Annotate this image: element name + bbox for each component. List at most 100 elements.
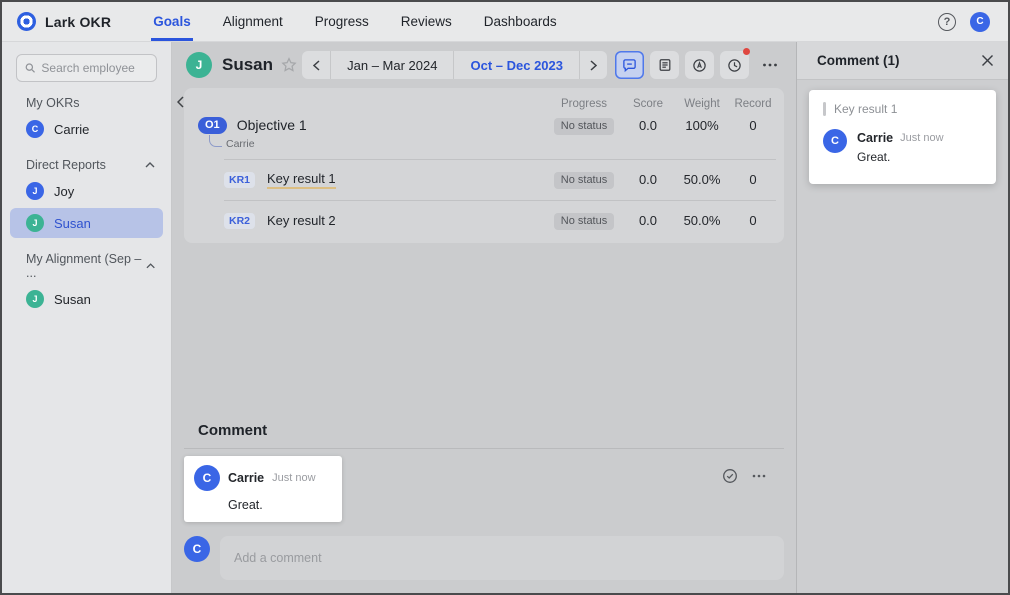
column-score: Score	[622, 98, 674, 110]
sidebar-item-susan[interactable]: J Susan	[10, 208, 163, 238]
primary-nav-tabs: Goals Alignment Progress Reviews Dashboa…	[137, 2, 572, 41]
composer-avatar: C	[184, 536, 210, 562]
sidebar-item-joy[interactable]: J Joy	[10, 176, 163, 206]
more-options-button[interactable]	[755, 51, 784, 79]
tab-goals[interactable]: Goals	[151, 2, 193, 41]
ellipsis-icon	[762, 63, 778, 67]
status-badge[interactable]: No status	[554, 213, 614, 230]
comment-section: Comment C Carrie Just now Great.	[172, 422, 796, 593]
avatar-susan: J	[26, 214, 44, 232]
previous-period-button[interactable]	[302, 51, 330, 79]
column-progress: Progress	[546, 98, 622, 110]
comment-panel-title: Comment (1)	[817, 53, 900, 68]
notification-dot	[743, 48, 750, 55]
document-icon	[658, 58, 672, 72]
page-avatar: J	[186, 52, 212, 78]
table-column-headers: Progress Score Weight Record	[198, 98, 776, 116]
page-title: Susan	[222, 55, 273, 75]
history-clock-icon	[727, 58, 742, 73]
chevron-left-icon	[313, 60, 320, 71]
key-result-row[interactable]: KR1 Key result 1 No status 0.0 50.0% 0	[198, 160, 776, 200]
key-result-record: 0	[730, 172, 776, 187]
comment-icon	[622, 58, 637, 73]
anchor-title: Key result 1	[834, 102, 897, 116]
comment-timestamp: Just now	[272, 472, 315, 484]
employee-sidebar: My OKRs C Carrie Direct Reports J Joy J …	[2, 42, 172, 593]
comment-panel: Comment (1) Key result 1 C Carrie	[796, 42, 1008, 593]
objective-record: 0	[730, 118, 776, 133]
key-result-score: 0.0	[622, 172, 674, 187]
resolve-check-icon[interactable]	[722, 468, 738, 484]
comment-anchor: Key result 1	[823, 102, 984, 116]
objective-owner: Carrie	[209, 135, 776, 151]
period-oct-dec-2023[interactable]: Oct – Dec 2023	[453, 51, 579, 79]
search-employee-input[interactable]	[41, 61, 148, 75]
column-record: Record	[730, 98, 776, 110]
key-result-title[interactable]: Key result 2	[267, 213, 336, 228]
chevron-left-icon	[177, 96, 184, 108]
key-result-score: 0.0	[622, 213, 674, 228]
brand-name: Lark OKR	[45, 14, 111, 30]
key-result-tag: KR2	[224, 213, 255, 229]
sidebar-collapse-handle[interactable]	[173, 92, 187, 112]
key-result-weight: 50.0%	[674, 172, 730, 187]
auto-circle-icon	[692, 58, 707, 73]
history-button[interactable]	[720, 51, 749, 79]
key-result-tag: KR1	[224, 172, 255, 188]
auto-update-button[interactable]	[685, 51, 714, 79]
sidebar-item-label: Carrie	[54, 122, 89, 137]
tab-dashboards[interactable]: Dashboards	[482, 2, 559, 41]
status-badge[interactable]: No status	[554, 118, 614, 135]
section-direct-reports[interactable]: Direct Reports	[26, 158, 155, 172]
key-result-title[interactable]: Key result 1	[267, 171, 336, 189]
avatar-carrie: C	[26, 120, 44, 138]
sidebar-item-susan-alignment[interactable]: J Susan	[10, 284, 163, 314]
status-badge[interactable]: No status	[554, 172, 614, 189]
period-jan-mar-2024[interactable]: Jan – Mar 2024	[330, 51, 453, 79]
add-comment-input[interactable]	[220, 536, 784, 580]
comment-item: C Carrie Just now Great.	[184, 456, 784, 522]
comment-more-icon[interactable]	[752, 474, 766, 478]
report-button[interactable]	[650, 51, 679, 79]
key-result-record: 0	[730, 213, 776, 228]
objective-tag: O1	[198, 117, 227, 134]
lark-okr-window: Lark OKR Goals Alignment Progress Review…	[0, 0, 1010, 595]
user-avatar[interactable]: C	[970, 12, 990, 32]
section-my-alignment[interactable]: My Alignment (Sep – ...	[26, 252, 155, 280]
next-period-button[interactable]	[579, 51, 607, 79]
tab-alignment[interactable]: Alignment	[221, 2, 285, 41]
comment-text: Great.	[228, 498, 316, 512]
star-icon[interactable]	[281, 57, 297, 73]
quote-bar	[823, 102, 826, 116]
sidebar-item-label: Susan	[54, 292, 91, 307]
sidebar-item-carrie[interactable]: C Carrie	[10, 114, 163, 144]
comment-author: Carrie	[228, 471, 264, 485]
comment-text: Great.	[857, 150, 944, 164]
help-icon[interactable]: ?	[938, 13, 956, 31]
column-weight: Weight	[674, 98, 730, 110]
close-icon[interactable]	[981, 54, 994, 67]
comment-divider	[184, 448, 784, 449]
lark-okr-logo-icon	[17, 12, 36, 31]
chevron-up-icon	[145, 162, 155, 168]
comments-toggle-button[interactable]	[615, 51, 644, 79]
tab-progress[interactable]: Progress	[313, 2, 371, 41]
avatar-joy: J	[26, 182, 44, 200]
sidebar-item-label: Joy	[54, 184, 74, 199]
tab-reviews[interactable]: Reviews	[399, 2, 454, 41]
search-employee-box[interactable]	[16, 54, 157, 82]
comment-author: Carrie	[857, 131, 893, 145]
key-result-row[interactable]: KR2 Key result 2 No status 0.0 50.0% 0	[198, 201, 776, 241]
section-my-okrs: My OKRs	[26, 96, 155, 110]
search-icon	[25, 62, 35, 74]
objective-score: 0.0	[622, 118, 674, 133]
sidebar-item-label: Susan	[54, 216, 91, 231]
key-result-weight: 50.0%	[674, 213, 730, 228]
connector-line	[209, 135, 222, 147]
okr-content-area: J Susan Jan – Mar 2024 Oct – Dec 2023	[172, 42, 796, 593]
objective-title[interactable]: Objective 1	[237, 117, 307, 133]
panel-comment-card[interactable]: Key result 1 C Carrie Just now Great.	[809, 90, 996, 184]
comment-timestamp: Just now	[900, 132, 943, 144]
objective-row[interactable]: O1 Objective 1 No status 0.0 100% 0	[198, 116, 776, 135]
objective-weight: 100%	[674, 118, 730, 133]
